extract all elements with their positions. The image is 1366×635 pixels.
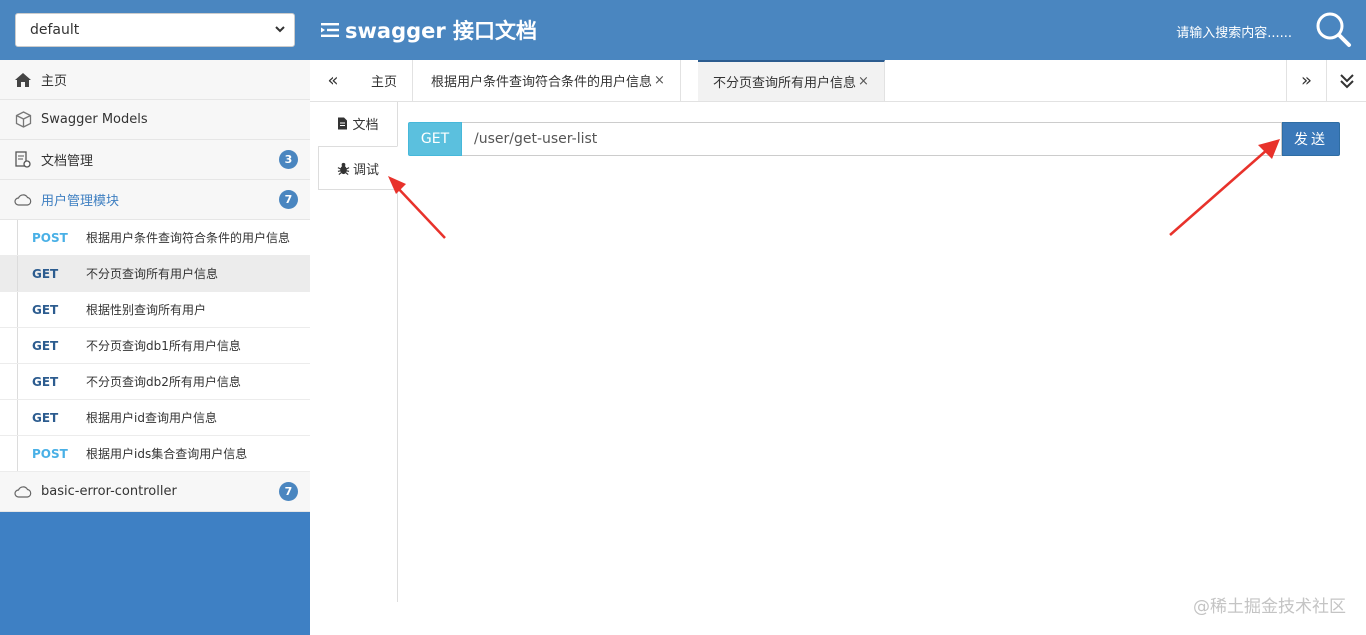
tab-label: 主页	[371, 75, 398, 90]
method-label: GET	[32, 266, 59, 281]
api-list-item[interactable]: GET 不分页查询db1所有用户信息	[0, 328, 310, 364]
top-header: default swagger 接口文档 请输入搜索内容......	[0, 0, 1366, 60]
vertical-tabs: 文档 调试	[318, 102, 398, 602]
file-icon	[338, 117, 348, 129]
sidebar-item-label: basic-error-controller	[41, 484, 177, 499]
bug-icon	[337, 162, 350, 175]
vtab-label: 文档	[352, 117, 379, 133]
request-url-input[interactable]: /user/get-user-list	[462, 122, 1282, 156]
chevron-down-icon	[275, 26, 285, 33]
method-label: POST	[32, 446, 68, 461]
sidebar-item-label: Swagger Models	[41, 112, 148, 127]
count-badge: 7	[279, 482, 298, 501]
method-label: GET	[32, 338, 59, 353]
sidebar-item-basic-error-controller[interactable]: basic-error-controller 7	[0, 472, 310, 512]
api-list-item[interactable]: POST 根据用户条件查询符合条件的用户信息	[0, 220, 310, 256]
api-title: 不分页查询db1所有用户信息	[86, 339, 241, 353]
home-icon	[14, 71, 32, 89]
api-title: 根据性别查询所有用户	[86, 303, 207, 317]
vtab-doc[interactable]: 文档	[318, 102, 397, 144]
tab-options-button[interactable]	[1326, 60, 1366, 101]
doc-settings-icon	[14, 150, 32, 169]
sidebar-item-label: 用户管理模块	[41, 194, 120, 209]
api-title: 不分页查询所有用户信息	[86, 267, 219, 281]
cube-icon	[14, 111, 32, 129]
sidebar: 主页 Swagger Models 文档管理 3 用户管理模块 7 POST 根…	[0, 60, 310, 635]
sidebar-item-swagger-models[interactable]: Swagger Models	[0, 100, 310, 140]
vtab-debug[interactable]: 调试	[318, 146, 398, 190]
api-title: 根据用户ids集合查询用户信息	[86, 447, 248, 461]
sidebar-item-doc-management[interactable]: 文档管理 3	[0, 140, 310, 180]
vtab-label: 调试	[352, 162, 379, 178]
search-input[interactable]: 请输入搜索内容......	[1176, 22, 1292, 41]
send-button[interactable]: 发送	[1282, 122, 1340, 156]
request-bar: GET /user/get-user-list 发送	[408, 122, 1340, 156]
main-content: 文档 调试 GET /user/get-user-list 发送	[310, 102, 1366, 635]
group-select-value: default	[30, 22, 80, 38]
search-icon[interactable]	[1314, 10, 1352, 48]
api-title: 不分页查询db2所有用户信息	[86, 375, 241, 389]
sidebar-item-home[interactable]: 主页	[0, 60, 310, 100]
double-chevron-down-icon	[1339, 73, 1354, 88]
api-list-item-selected[interactable]: GET 不分页查询所有用户信息	[0, 256, 310, 292]
tab-query-by-conditions[interactable]: 根据用户条件查询符合条件的用户信息 ×	[416, 60, 681, 101]
watermark: @稀土掘金技术社区	[1193, 597, 1346, 617]
app-title-text: swagger 接口文档	[345, 19, 538, 43]
api-list: POST 根据用户条件查询符合条件的用户信息 GET 不分页查询所有用户信息 G…	[0, 220, 310, 472]
tab-scroll-right-button[interactable]: »	[1286, 60, 1326, 101]
sidebar-item-user-module[interactable]: 用户管理模块 7	[0, 180, 310, 220]
sidebar-item-label: 主页	[41, 74, 68, 89]
api-list-item[interactable]: POST 根据用户ids集合查询用户信息	[0, 436, 310, 472]
method-label: POST	[32, 230, 68, 245]
method-label: GET	[32, 302, 59, 317]
group-select[interactable]: default	[15, 13, 295, 47]
api-list-item[interactable]: GET 根据性别查询所有用户	[0, 292, 310, 328]
api-list-item[interactable]: GET 根据用户id查询用户信息	[0, 400, 310, 436]
cloud-icon	[14, 191, 32, 209]
count-badge: 7	[279, 190, 298, 209]
api-title: 根据用户id查询用户信息	[86, 411, 217, 425]
sidebar-item-label: 文档管理	[41, 154, 94, 169]
tab-label: 根据用户条件查询符合条件的用户信息	[431, 75, 653, 90]
cloud-icon	[14, 483, 32, 501]
menu-icon[interactable]	[321, 22, 339, 38]
tab-label: 不分页查询所有用户信息	[713, 76, 857, 91]
tab-bar: « 主页 根据用户条件查询符合条件的用户信息 × 不分页查询所有用户信息 × »	[310, 60, 1366, 102]
close-icon[interactable]: ×	[654, 73, 665, 88]
app-title: swagger 接口文档	[321, 14, 537, 46]
tab-scroll-left-button[interactable]: «	[310, 60, 356, 101]
tab-list-all-users[interactable]: 不分页查询所有用户信息 ×	[698, 60, 885, 101]
http-method-badge: GET	[408, 122, 462, 156]
close-icon[interactable]: ×	[858, 74, 869, 89]
count-badge: 3	[279, 150, 298, 169]
api-list-item[interactable]: GET 不分页查询db2所有用户信息	[0, 364, 310, 400]
api-title: 根据用户条件查询符合条件的用户信息	[86, 231, 291, 245]
method-label: GET	[32, 374, 59, 389]
tab-home[interactable]: 主页	[356, 60, 414, 101]
method-label: GET	[32, 410, 59, 425]
